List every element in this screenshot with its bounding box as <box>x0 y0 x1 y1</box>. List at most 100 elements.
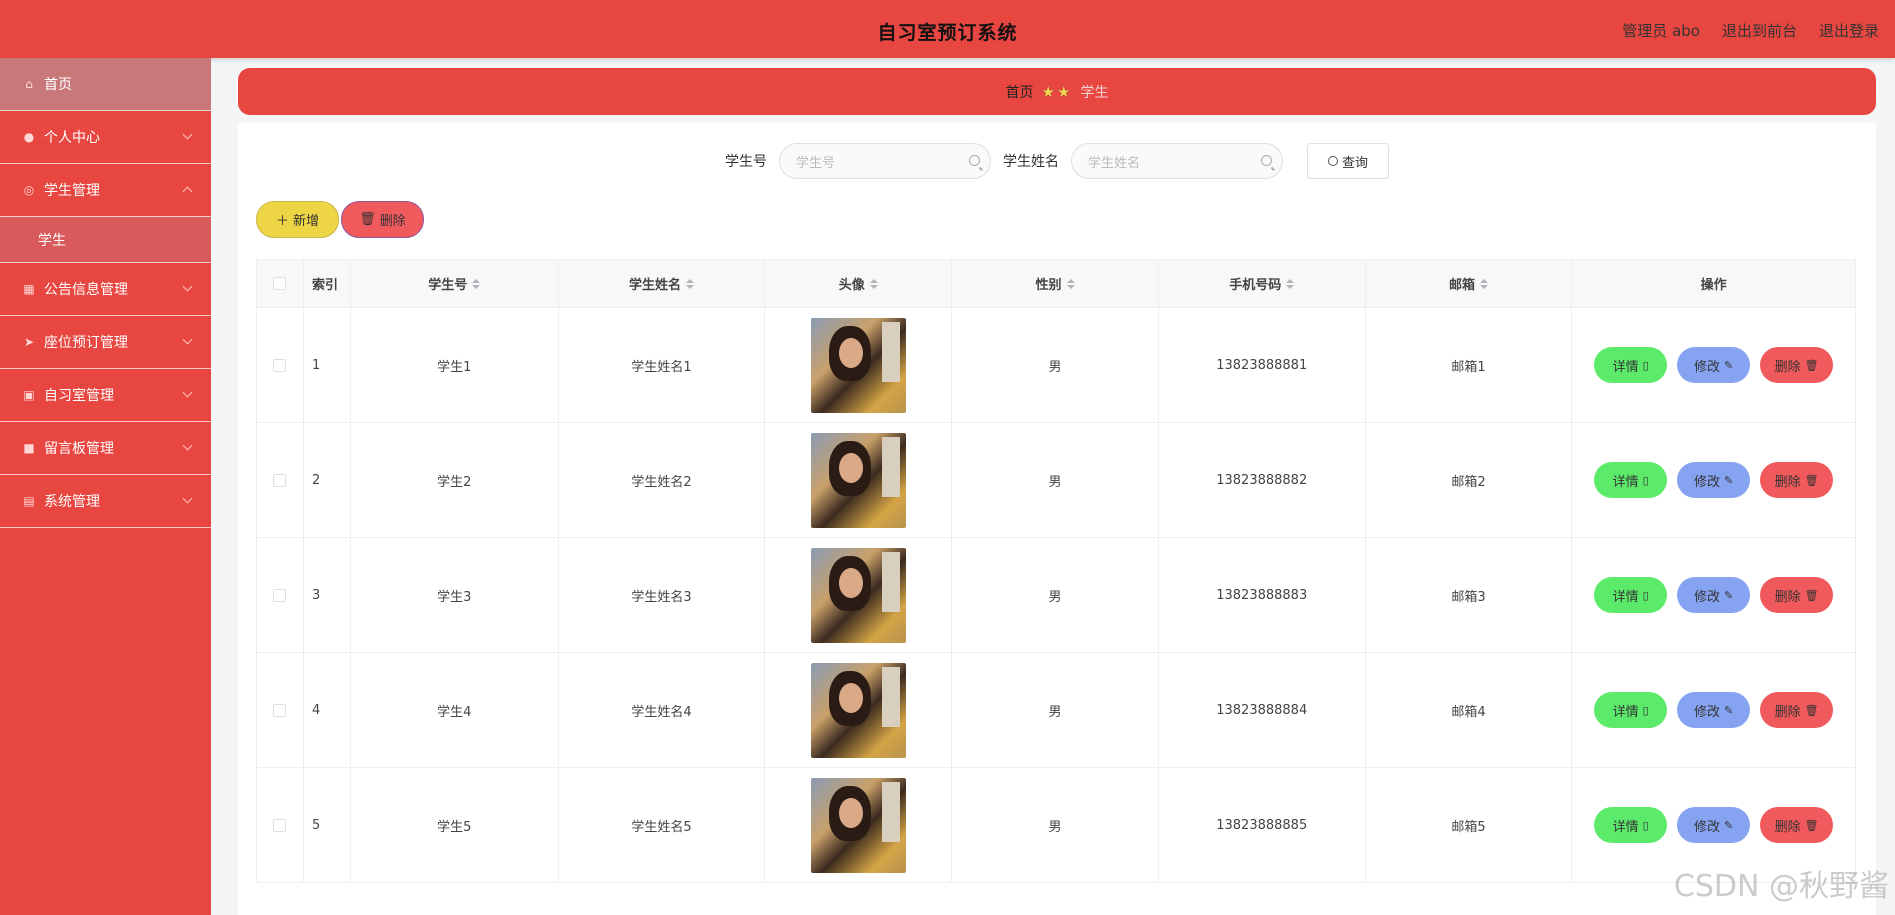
sidebar-subitem-student[interactable]: 学生 <box>0 217 211 263</box>
back-to-front-link[interactable]: 退出到前台 <box>1722 20 1797 41</box>
add-button[interactable]: ＋ 新增 <box>256 201 339 238</box>
header-actions: 管理员 abo 退出到前台 退出登录 <box>1622 20 1879 41</box>
sort-icon[interactable] <box>472 278 481 289</box>
row-checkbox[interactable] <box>273 473 287 487</box>
avatar <box>810 662 906 758</box>
row-checkbox[interactable] <box>273 818 287 832</box>
column-header-student-no[interactable]: 学生号 <box>351 260 559 307</box>
sidebar-item-system-management[interactable]: ▤ 系统管理 <box>0 475 211 528</box>
watermark: CSDN @秋野酱 <box>1673 869 1889 904</box>
logout-link[interactable]: 退出登录 <box>1819 20 1879 41</box>
sort-icon[interactable] <box>1066 278 1075 289</box>
edit-button[interactable]: 修改 ✎ <box>1677 577 1751 613</box>
cell-avatar <box>765 768 953 882</box>
column-header-avatar[interactable]: 头像 <box>765 260 953 307</box>
edit-button[interactable]: 修改 ✎ <box>1677 807 1751 843</box>
query-button[interactable]: 查询 <box>1307 143 1389 179</box>
edit-button[interactable]: 修改 ✎ <box>1677 692 1751 728</box>
app-title: 自习室预订系统 <box>877 22 1018 44</box>
student-no-input[interactable]: 学生号 <box>779 143 991 179</box>
chevron-up-icon <box>182 186 193 197</box>
delete-button-label: 删除 <box>1774 474 1801 490</box>
trash-icon: 🗑 <box>1804 703 1819 717</box>
sidebar-item-seat-booking-management[interactable]: ➤ 座位预订管理 <box>0 316 211 369</box>
delete-button[interactable]: 删除 🗑 <box>1760 347 1834 383</box>
view-button-label: 详情 <box>1612 819 1639 835</box>
delete-button-label: 删除 <box>1774 704 1801 720</box>
delete-button[interactable]: 删除 🗑 <box>1760 807 1834 843</box>
delete-button[interactable]: 删除 🗑 <box>1760 462 1834 498</box>
cell-index: 3 <box>304 538 351 652</box>
column-header-student-name[interactable]: 学生姓名 <box>559 260 766 307</box>
sort-icon[interactable] <box>1286 278 1295 289</box>
cell-index: 5 <box>304 768 351 882</box>
student-name-input[interactable]: 学生姓名 <box>1071 143 1283 179</box>
column-label: 头像 <box>838 278 865 293</box>
chevron-down-icon <box>182 281 193 292</box>
document-icon: ▯ <box>1642 818 1649 832</box>
view-button[interactable]: 详情 ▯ <box>1594 692 1668 728</box>
sort-icon[interactable] <box>869 278 878 289</box>
sidebar-item-personal-center[interactable]: ● 个人中心 <box>0 111 211 164</box>
view-button[interactable]: 详情 ▯ <box>1594 807 1668 843</box>
edit-button[interactable]: 修改 ✎ <box>1677 462 1751 498</box>
delete-button[interactable]: 删除 🗑 <box>1760 692 1834 728</box>
column-header-email[interactable]: 邮箱 <box>1366 260 1573 307</box>
edit-button[interactable]: 修改 ✎ <box>1677 347 1751 383</box>
chevron-down-icon <box>182 129 193 140</box>
edit-button-label: 修改 <box>1694 589 1721 605</box>
sort-icon[interactable] <box>686 278 694 289</box>
edit-button-label: 修改 <box>1694 704 1721 720</box>
chevron-down-icon <box>182 334 193 345</box>
sidebar-item-message-board-management[interactable]: ■ 留言板管理 <box>0 422 211 475</box>
add-button-label: 新增 <box>293 214 320 229</box>
document-icon: ▯ <box>1642 588 1649 602</box>
action-bar: ＋ 新增 🗑 删除 <box>256 201 424 238</box>
student-no-placeholder: 学生号 <box>796 155 836 171</box>
delete-button-label: 删除 <box>1774 819 1801 835</box>
cell-gender: 男 <box>952 423 1159 537</box>
cell-gender: 男 <box>952 308 1159 422</box>
document-icon: ▯ <box>1642 358 1649 372</box>
sidebar-item-label: 个人中心 <box>44 130 100 146</box>
sidebar-item-notice-management[interactable]: ▦ 公告信息管理 <box>0 263 211 316</box>
cell-avatar <box>765 308 953 422</box>
grid-icon: ▦ <box>23 282 35 296</box>
row-checkbox[interactable] <box>273 703 287 717</box>
view-button[interactable]: 详情 ▯ <box>1594 462 1668 498</box>
cell-student-name: 学生姓名2 <box>559 423 766 537</box>
select-all-checkbox[interactable] <box>273 277 287 290</box>
breadcrumb-home[interactable]: 首页 <box>1006 82 1034 102</box>
sort-icon[interactable] <box>1479 278 1488 289</box>
sidebar-item-student-management[interactable]: ◎ 学生管理 <box>0 164 211 217</box>
delete-button[interactable]: 删除 🗑 <box>1760 577 1834 613</box>
video-icon: ■ <box>23 441 35 455</box>
document-icon: ▯ <box>1642 703 1649 717</box>
cell-actions: 详情 ▯ 修改 ✎ 删除 🗑 <box>1572 423 1855 537</box>
document-icon: ▯ <box>1642 473 1649 487</box>
sidebar-item-study-room-management[interactable]: ▣ 自习室管理 <box>0 369 211 422</box>
sidebar: ⌂ 首页 ● 个人中心 ◎ 学生管理 学生 ▦ 公告信息管理 ➤ 座位预订管理 … <box>0 58 211 915</box>
sidebar-item-label: 公告信息管理 <box>44 282 128 298</box>
table-body: 1 学生1 学生姓名1 男 13823888881 邮箱1 详情 ▯ 修改 ✎ 删除… <box>257 308 1855 883</box>
edit-button-label: 修改 <box>1694 819 1721 835</box>
column-header-phone[interactable]: 手机号码 <box>1159 260 1366 307</box>
sidebar-item-home[interactable]: ⌂ 首页 <box>0 58 211 111</box>
students-table: 索引 学生号 学生姓名 头像 性别 手机号码 邮箱 操作 1 学生1 学生姓名1… <box>256 259 1856 883</box>
table-row: 5 学生5 学生姓名5 男 13823888885 邮箱5 详情 ▯ 修改 ✎ 删除… <box>257 768 1855 883</box>
clipboard-icon: ▤ <box>23 494 35 508</box>
batch-delete-button[interactable]: 🗑 删除 <box>341 201 424 238</box>
column-header-gender[interactable]: 性别 <box>952 260 1159 307</box>
view-button[interactable]: 详情 ▯ <box>1594 577 1668 613</box>
column-label: 手机号码 <box>1229 278 1282 293</box>
row-checkbox[interactable] <box>273 358 287 372</box>
view-button-label: 详情 <box>1612 704 1639 720</box>
sidebar-item-label: 自习室管理 <box>44 388 114 404</box>
view-button[interactable]: 详情 ▯ <box>1594 347 1668 383</box>
trash-icon: 🗑 <box>1804 588 1819 602</box>
cell-student-no: 学生1 <box>351 308 559 422</box>
query-button-label: 查询 <box>1341 155 1368 171</box>
delete-button-label: 删除 <box>1774 589 1801 605</box>
row-checkbox[interactable] <box>273 588 287 602</box>
avatar <box>810 547 906 643</box>
